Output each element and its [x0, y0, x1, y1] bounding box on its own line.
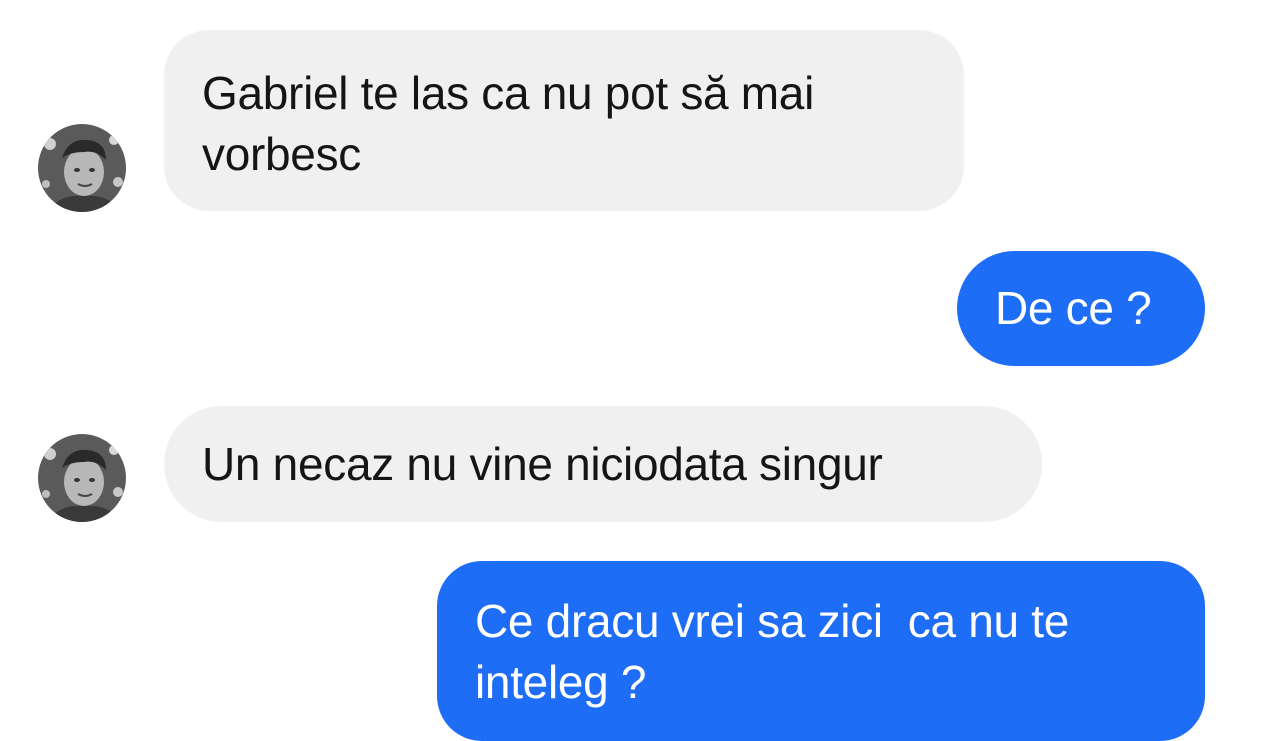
message-bubble-incoming[interactable]: Un necaz nu vine niciodata singur: [164, 406, 1042, 522]
message-bubble-incoming[interactable]: Gabriel te las ca nu pot să mai vorbesc: [164, 30, 964, 211]
chat-screen: { "messages": [ { "direction": "incoming…: [0, 0, 1280, 741]
message-text: De ce ?: [995, 282, 1152, 334]
message-text: Ce dracu vrei sa zici ca nu te inteleg ?: [475, 595, 1082, 708]
message-text: Un necaz nu vine niciodata singur: [202, 437, 883, 490]
contact-avatar[interactable]: [38, 124, 126, 212]
message-text: Gabriel te las ca nu pot să mai vorbesc: [202, 67, 815, 180]
message-bubble-outgoing[interactable]: De ce ?: [957, 251, 1205, 366]
contact-avatar[interactable]: [38, 434, 126, 522]
message-bubble-outgoing[interactable]: Ce dracu vrei sa zici ca nu te inteleg ?: [437, 561, 1205, 741]
